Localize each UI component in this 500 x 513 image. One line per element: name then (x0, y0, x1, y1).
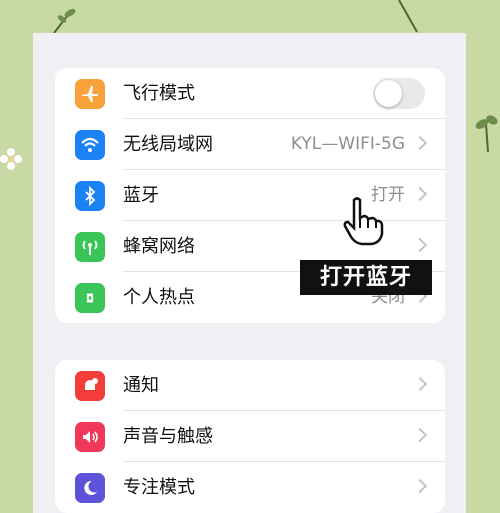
setting-row-bluetooth[interactable]: 蓝牙 打开 (55, 170, 445, 221)
chevron-right-icon (412, 237, 428, 253)
setting-row-wlan[interactable]: 无线局域网 KYL—WIFI-5G (55, 119, 445, 170)
toggle-knob (375, 80, 402, 107)
hand-pointer-icon (343, 197, 384, 246)
setting-row-airplane-mode[interactable]: 飞行模式 (55, 68, 445, 119)
setting-label: 蜂窝网络 (123, 236, 195, 257)
setting-row-sounds[interactable]: 声音与触感 (55, 411, 445, 462)
wifi-icon (75, 130, 105, 160)
instruction-callout: 打开蓝牙 (300, 260, 432, 295)
setting-label: 个人热点 (123, 287, 195, 308)
setting-label: 通知 (123, 375, 159, 396)
chevron-right-icon (412, 186, 428, 202)
setting-label: 蓝牙 (123, 185, 159, 206)
airplane-icon (75, 79, 105, 109)
flower-decoration-icon (0, 148, 22, 170)
chevron-right-icon (412, 376, 428, 392)
bluetooth-icon (75, 181, 105, 211)
notification-icon (75, 371, 105, 401)
chevron-right-icon (412, 427, 428, 443)
setting-label: 专注模式 (123, 477, 195, 498)
airplane-mode-toggle[interactable] (373, 78, 425, 109)
setting-label: 无线局域网 (123, 134, 213, 155)
setting-label: 飞行模式 (123, 83, 195, 104)
hotspot-icon (75, 283, 105, 313)
wlan-network-name: KYL—WIFI-5G (290, 134, 405, 154)
setting-label: 声音与触感 (123, 426, 213, 447)
moon-icon (75, 473, 105, 503)
chevron-right-icon (412, 478, 428, 494)
chevron-right-icon (412, 135, 428, 151)
setting-row-notifications[interactable]: 通知 (55, 360, 445, 411)
leaf-decoration-icon (475, 115, 498, 152)
leaf-decoration-icon (53, 9, 76, 34)
cellular-icon (75, 232, 105, 262)
sound-icon (75, 422, 105, 452)
settings-group-notifications: 通知 声音与触感 专注模式 (55, 360, 445, 513)
branch-decoration-icon (398, 0, 418, 33)
setting-row-focus[interactable]: 专注模式 (55, 462, 445, 513)
